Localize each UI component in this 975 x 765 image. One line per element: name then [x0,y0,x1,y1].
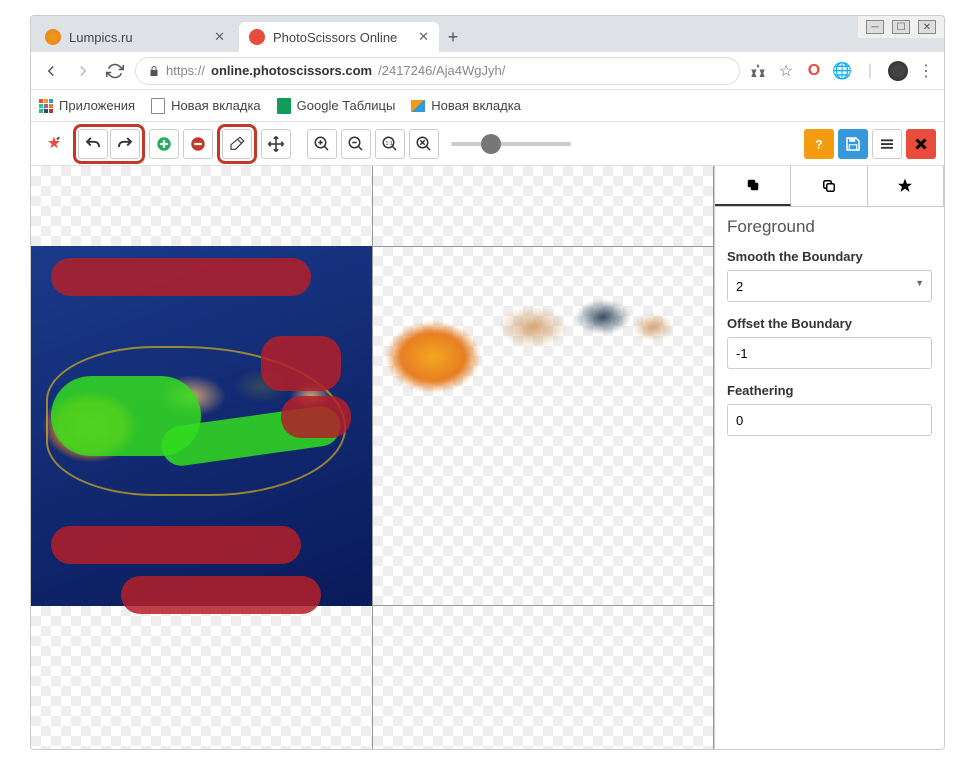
redo-button[interactable] [110,129,140,159]
panel-tabs [715,166,944,207]
slider-thumb[interactable] [481,134,501,154]
tab-photoscissors[interactable]: PhotoScissors Online ✕ [239,22,439,52]
eraser-highlight [217,124,257,164]
favicon-photoscissors [249,29,265,45]
address-bar: https:// online.photoscissors.com/2417246… [31,52,944,90]
undo-button[interactable] [78,129,108,159]
offset-label: Offset the Boundary [727,316,932,331]
help-button[interactable]: ? [804,129,834,159]
tab-close-icon[interactable]: ✕ [214,29,225,45]
document-icon [151,98,165,114]
url-path: /2417246/Aja4WgJyh/ [378,63,505,78]
preview-bounds [373,246,714,606]
back-button[interactable] [39,59,63,83]
background-tab[interactable] [791,166,867,206]
window-controls: ─ ☐ ✕ [858,16,944,38]
move-button[interactable] [261,129,291,159]
url-scheme: https:// [166,63,205,78]
bookmark-new-tab-2[interactable]: Новая вкладка [411,98,521,113]
zoom-actual-button[interactable]: 1:1 [375,129,405,159]
bookmark-label: Google Таблицы [297,98,396,113]
browser-tab-bar: Lumpics.ru ✕ PhotoScissors Online ✕ + [31,16,944,52]
forward-button[interactable] [71,59,95,83]
minimize-button[interactable]: ─ [866,20,884,34]
tab-lumpics[interactable]: Lumpics.ru ✕ [35,22,235,52]
offset-input[interactable] [727,337,932,369]
opera-icon[interactable]: O [804,61,824,81]
globe-icon[interactable]: 🌐 [832,61,852,81]
bookmark-label: Новая вкладка [171,98,261,113]
bookmarks-bar: Приложения Новая вкладка Google Таблицы … [31,90,944,122]
brush-size-slider[interactable] [451,142,571,146]
svg-text:1:1: 1:1 [386,140,393,146]
tab-close-icon[interactable]: ✕ [418,29,429,45]
background-stroke [51,258,311,296]
tab-title: Lumpics.ru [69,30,133,45]
close-window-button[interactable]: ✕ [918,20,936,34]
smooth-select[interactable] [727,270,932,302]
app-toolbar: 1:1 ? [31,122,944,166]
feathering-label: Feathering [727,383,932,398]
bookmark-new-tab-1[interactable]: Новая вкладка [151,98,261,114]
undo-redo-highlight [73,124,145,164]
source-image [31,246,372,606]
cutout-preview [383,267,693,427]
lock-icon [148,65,160,77]
app-body: Foreground Smooth the Boundary Offset th… [31,166,944,749]
maximize-button[interactable]: ☐ [892,20,910,34]
apps-button[interactable]: Приложения [39,98,135,113]
effects-tab[interactable] [868,166,944,206]
bookmark-label: Новая вкладка [431,98,521,113]
editing-canvas[interactable] [31,166,373,749]
panel-body: Foreground Smooth the Boundary Offset th… [715,207,944,460]
zoom-fit-button[interactable] [409,129,439,159]
tab-title: PhotoScissors Online [273,30,397,45]
menu-button[interactable] [872,129,902,159]
image-icon [411,100,425,112]
separator: | [860,61,880,81]
bookmark-google-sheets[interactable]: Google Таблицы [277,98,396,114]
url-host: online.photoscissors.com [211,63,372,78]
translate-icon[interactable] [748,61,768,81]
close-button[interactable] [906,129,936,159]
app-logo-icon[interactable] [39,129,69,159]
background-stroke [261,336,341,391]
zoom-in-button[interactable] [307,129,337,159]
eraser-button[interactable] [222,129,252,159]
star-icon[interactable]: ☆ [776,61,796,81]
svg-text:?: ? [815,137,822,151]
panel-title: Foreground [727,217,932,237]
new-tab-button[interactable]: + [439,23,467,51]
feathering-input[interactable] [727,404,932,436]
reload-button[interactable] [103,59,127,83]
zoom-out-button[interactable] [341,129,371,159]
canvas-area [31,166,714,749]
background-stroke [281,396,351,438]
background-stroke [51,526,301,564]
background-marker-button[interactable] [183,129,213,159]
save-button[interactable] [838,129,868,159]
favicon-lumpics [45,29,61,45]
url-input[interactable]: https:// online.photoscissors.com/2417246… [135,57,740,85]
browser-menu-icon[interactable]: ⋮ [916,61,936,81]
preview-canvas[interactable] [373,166,715,749]
side-panel: Foreground Smooth the Boundary Offset th… [714,166,944,749]
sheets-icon [277,98,291,114]
apps-label: Приложения [59,98,135,113]
foreground-tab[interactable] [715,166,791,206]
background-stroke [121,576,321,614]
smooth-label: Smooth the Boundary [727,249,932,264]
foreground-marker-button[interactable] [149,129,179,159]
profile-avatar[interactable] [888,61,908,81]
apps-grid-icon [39,99,53,113]
